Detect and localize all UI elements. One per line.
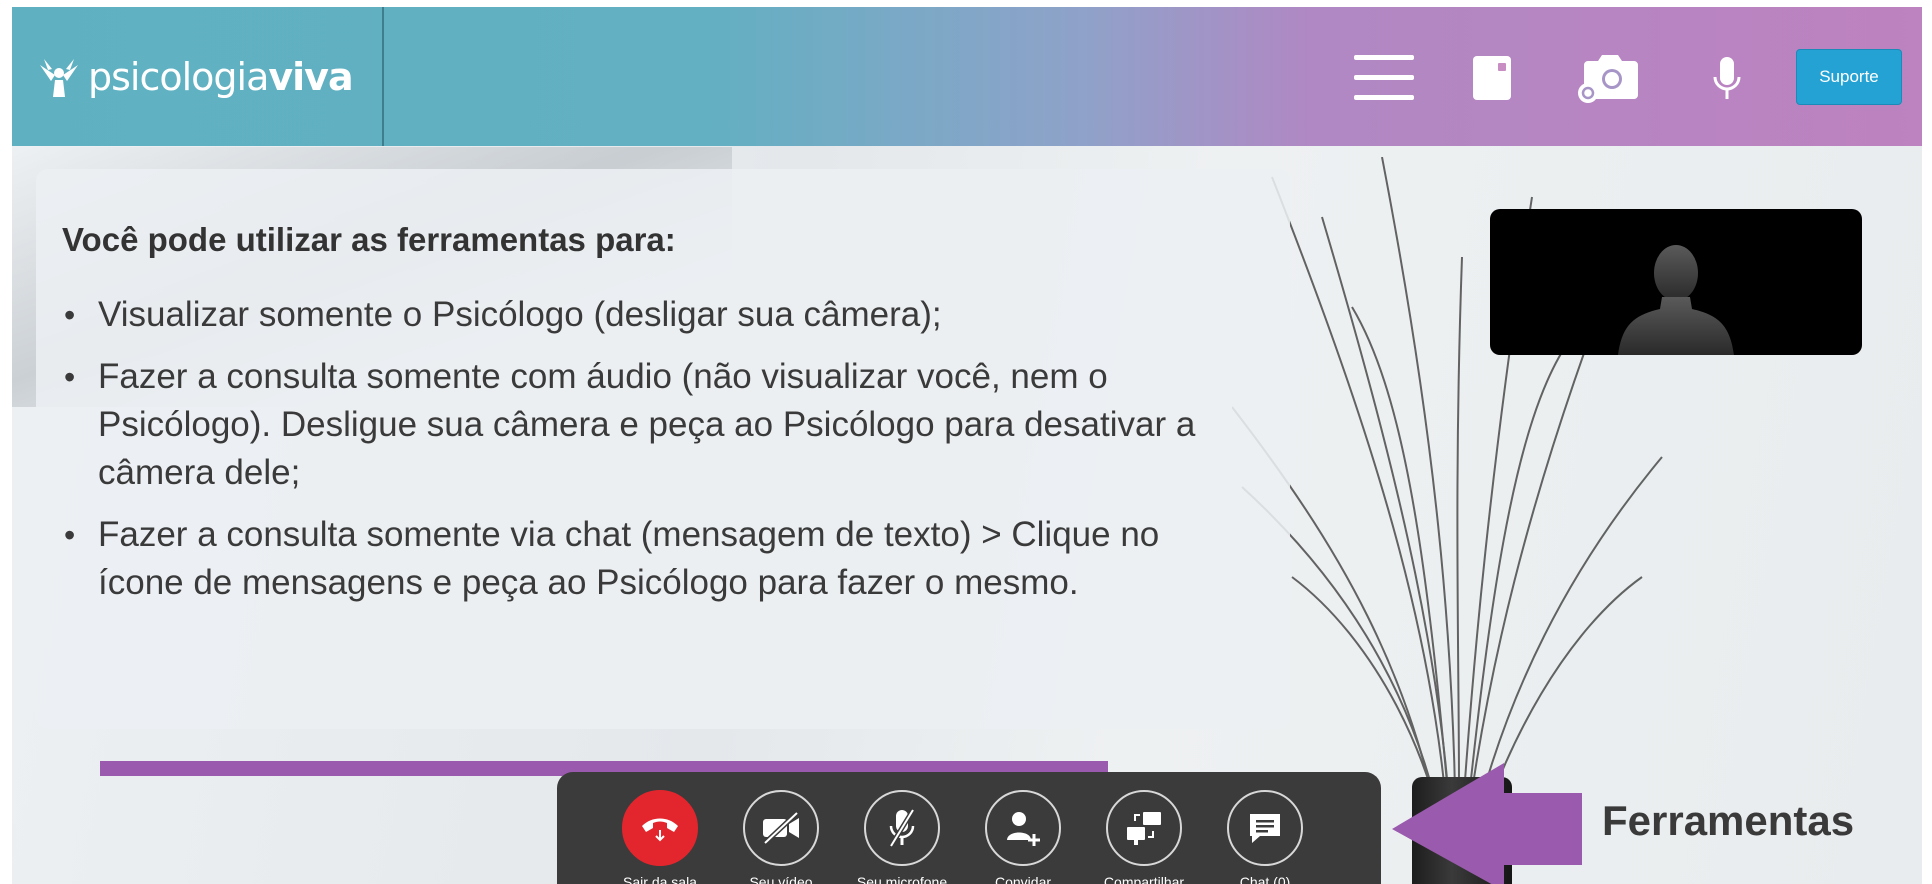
microphone-icon[interactable] <box>1712 55 1742 108</box>
info-card: Você pode utilizar as ferramentas para: … <box>36 169 1290 729</box>
support-button[interactable]: Suporte <box>1796 49 1902 105</box>
microphone-off-icon <box>864 790 940 866</box>
video-toggle-button[interactable]: Seu vídeo <box>726 790 836 884</box>
video-call-screen: psicologiaviva Suporte Você pode utiliza… <box>12 7 1922 884</box>
chat-icon <box>1227 790 1303 866</box>
video-label: Seu vídeo <box>749 874 813 884</box>
share-label: Compartilhar <box>1103 874 1185 884</box>
switch-camera-icon[interactable] <box>1574 51 1644 110</box>
invite-button[interactable]: Convidar <box>968 790 1078 884</box>
logo-mark-icon <box>40 59 78 97</box>
callout-label: Ferramentas <box>1602 797 1855 844</box>
microphone-toggle-button[interactable]: Seu microfone <box>847 790 957 884</box>
list-item: Visualizar somente o Psicólogo (desligar… <box>62 291 1242 339</box>
invite-label: Convidar <box>994 874 1052 884</box>
list-item: Fazer a consulta somente com áudio (não … <box>62 353 1242 497</box>
logo-area: psicologiaviva <box>12 7 384 146</box>
whiteboard-icon[interactable] <box>1472 55 1512 106</box>
leave-room-button[interactable]: Sair da sala <box>605 790 715 884</box>
card-title: Você pode utilizar as ferramentas para: <box>62 221 676 258</box>
microphone-label: Seu microfone <box>856 874 948 884</box>
self-video-preview[interactable] <box>1490 209 1862 355</box>
add-user-icon <box>985 790 1061 866</box>
call-toolbar: Sair da sala Seu vídeo Seu microfone Con… <box>557 772 1381 884</box>
top-bar: psicologiaviva Suporte <box>12 7 1922 146</box>
brand-name: psicologiaviva <box>88 55 354 99</box>
video-off-icon <box>743 790 819 866</box>
leave-room-label: Sair da sala <box>623 874 697 884</box>
arrow-left-icon <box>1392 763 1582 884</box>
hang-up-icon <box>622 790 698 866</box>
brand-logo[interactable]: psicologiaviva <box>36 55 354 99</box>
menu-icon[interactable] <box>1352 53 1416 108</box>
chat-button[interactable]: Chat (0) <box>1210 790 1320 884</box>
share-screen-button[interactable]: Compartilhar <box>1089 790 1199 884</box>
chat-label: Chat (0) <box>1239 874 1291 884</box>
list-item: Fazer a consulta somente via chat (mensa… <box>62 511 1242 607</box>
user-silhouette-icon <box>1618 245 1734 355</box>
share-screen-icon <box>1106 790 1182 866</box>
tools-list: Visualizar somente o Psicólogo (desligar… <box>62 291 1242 621</box>
